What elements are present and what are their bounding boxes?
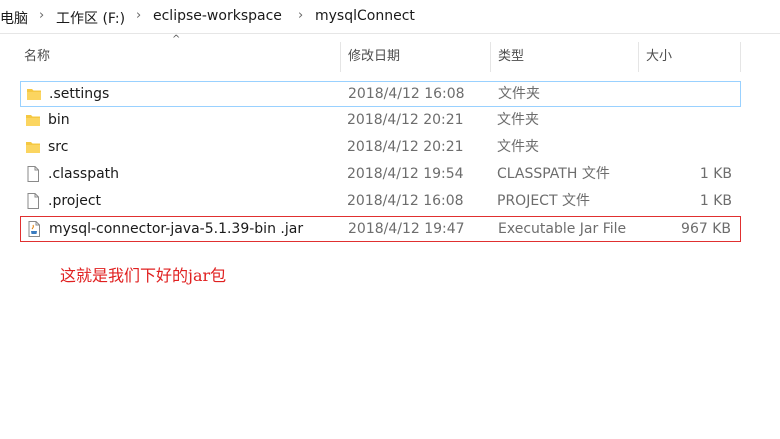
file-date: 2018/4/12 19:54 [347,166,464,182]
file-name: mysql-connector-java-5.1.39-bin .jar [49,221,304,237]
column-divider[interactable] [340,42,341,72]
column-header-size[interactable]: 大小 [642,42,740,72]
breadcrumb-item-drive[interactable]: 工作区 (F:) [56,8,125,28]
file-date: 2018/4/12 19:47 [348,221,465,237]
file-row-jar-highlighted[interactable]: mysql-connector-java-5.1.39-bin .jar 201… [20,216,741,242]
file-name: .settings [49,86,110,102]
file-type: 文件夹 [497,139,539,155]
folder-icon [27,89,41,100]
column-divider[interactable] [740,42,741,72]
file-date: 2018/4/12 16:08 [348,86,465,102]
file-type: 文件夹 [498,86,540,102]
column-header-name[interactable]: 名称 [20,42,340,72]
chevron-right-icon[interactable]: › [136,8,141,23]
file-size: 1 KB [699,166,732,182]
file-row[interactable]: src 2018/4/12 20:21 文件夹 [20,135,741,161]
file-size: 967 KB [681,221,731,237]
breadcrumb-item-current-folder[interactable]: mysqlConnect [315,8,415,24]
folder-icon [26,142,40,153]
column-divider[interactable] [490,42,491,72]
file-name: .project [48,193,102,209]
file-date: 2018/4/12 20:21 [347,112,464,128]
folder-icon [26,115,40,126]
chevron-right-icon[interactable]: › [298,8,303,23]
file-name: .classpath [48,166,120,182]
file-date: 2018/4/12 20:21 [347,139,464,155]
column-header-row: 名称 修改日期 类型 大小 [20,42,741,72]
file-date: 2018/4/12 16:08 [347,193,464,209]
breadcrumb-item-computer[interactable]: 电脑 [0,8,28,28]
file-name: src [48,139,69,155]
file-type: 文件夹 [497,112,539,128]
file-size: 1 KB [699,193,732,209]
annotation-note: 这就是我们下好的jar包 [60,266,227,285]
file-row[interactable]: .settings 2018/4/12 16:08 文件夹 [20,81,741,107]
jar-file-icon [28,221,40,237]
file-row[interactable]: .classpath 2018/4/12 19:54 CLASSPATH 文件 … [20,162,741,188]
file-icon [27,166,39,182]
file-type: CLASSPATH 文件 [497,166,610,182]
file-name: bin [48,112,70,128]
column-header-date[interactable]: 修改日期 [344,42,490,72]
file-row[interactable]: bin 2018/4/12 20:21 文件夹 [20,108,741,134]
file-type: PROJECT 文件 [497,193,590,209]
column-divider[interactable] [638,42,639,72]
column-header-type[interactable]: 类型 [494,42,638,72]
breadcrumb-item-workspace[interactable]: eclipse-workspace [153,8,282,24]
file-row[interactable]: .project 2018/4/12 16:08 PROJECT 文件 1 KB [20,189,741,215]
breadcrumb: 电脑 › 工作区 (F:) › eclipse-workspace › mysq… [0,0,780,34]
file-icon [27,193,39,209]
file-type: Executable Jar File [498,221,627,237]
chevron-right-icon[interactable]: › [39,8,44,23]
